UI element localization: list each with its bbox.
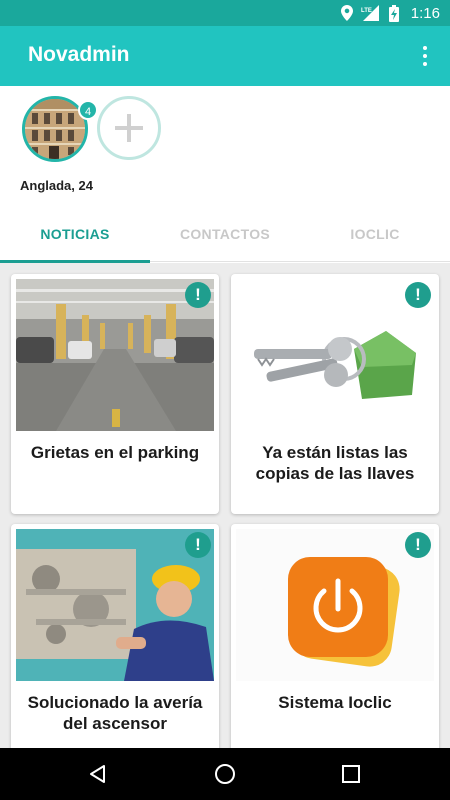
news-card[interactable]: ! Solucionado la avería del ascensor [11, 524, 219, 748]
tab-noticias[interactable]: NOTICIAS [0, 206, 150, 262]
notification-badge: 4 [78, 100, 98, 120]
news-title: Solucionado la avería del ascensor [27, 693, 203, 733]
buildings-row: 4 Anglada, 24 [0, 86, 450, 196]
battery-icon [388, 4, 399, 22]
add-building-button[interactable] [97, 96, 161, 160]
news-title: Ya están listas las copias de las llaves [255, 443, 415, 483]
alert-icon: ! [185, 282, 211, 308]
network-type: LTE [361, 8, 372, 14]
news-feed[interactable]: ! Grietas en el parking ! Ya están lista… [0, 263, 450, 748]
status-time: 1:16 [410, 4, 440, 22]
news-title: Sistema Ioclic [278, 693, 392, 712]
app-bar: Novadmin [0, 26, 450, 86]
back-icon [90, 765, 105, 783]
elevator-repair-photo [16, 529, 214, 681]
tab-ioclic[interactable]: IOCLIC [300, 206, 450, 262]
signal-icon: LTE [361, 5, 379, 21]
home-button[interactable] [205, 758, 245, 790]
tab-bar: NOTICIAS CONTACTOS IOCLIC [0, 206, 450, 263]
status-bar: LTE 1:16 [0, 0, 450, 26]
news-card[interactable]: ! Ya están listas las copias de las llav… [231, 274, 439, 514]
alert-icon: ! [405, 532, 431, 558]
menu-dot [423, 62, 427, 66]
menu-dot [423, 54, 427, 58]
alert-icon: ! [185, 532, 211, 558]
recents-icon [342, 765, 360, 783]
news-card[interactable]: ! Sistema Ioclic [231, 524, 439, 748]
app-title: Novadmin [28, 43, 130, 66]
home-icon [215, 764, 235, 784]
status-icons: LTE 1:16 [340, 0, 440, 26]
overflow-menu-icon[interactable] [410, 40, 440, 72]
location-icon [340, 5, 353, 21]
recents-button[interactable] [331, 758, 371, 790]
building-label: Anglada, 24 [20, 178, 93, 193]
tab-contactos[interactable]: CONTACTOS [150, 206, 300, 262]
power-logo [236, 529, 434, 681]
news-card[interactable]: ! Grietas en el parking [11, 274, 219, 514]
system-nav-bar [0, 748, 450, 800]
building-photo [25, 99, 85, 159]
menu-dot [423, 46, 427, 50]
back-button[interactable] [78, 758, 118, 790]
alert-icon: ! [405, 282, 431, 308]
parking-photo [16, 279, 214, 431]
keys-photo [236, 279, 434, 431]
news-title: Grietas en el parking [30, 443, 200, 462]
